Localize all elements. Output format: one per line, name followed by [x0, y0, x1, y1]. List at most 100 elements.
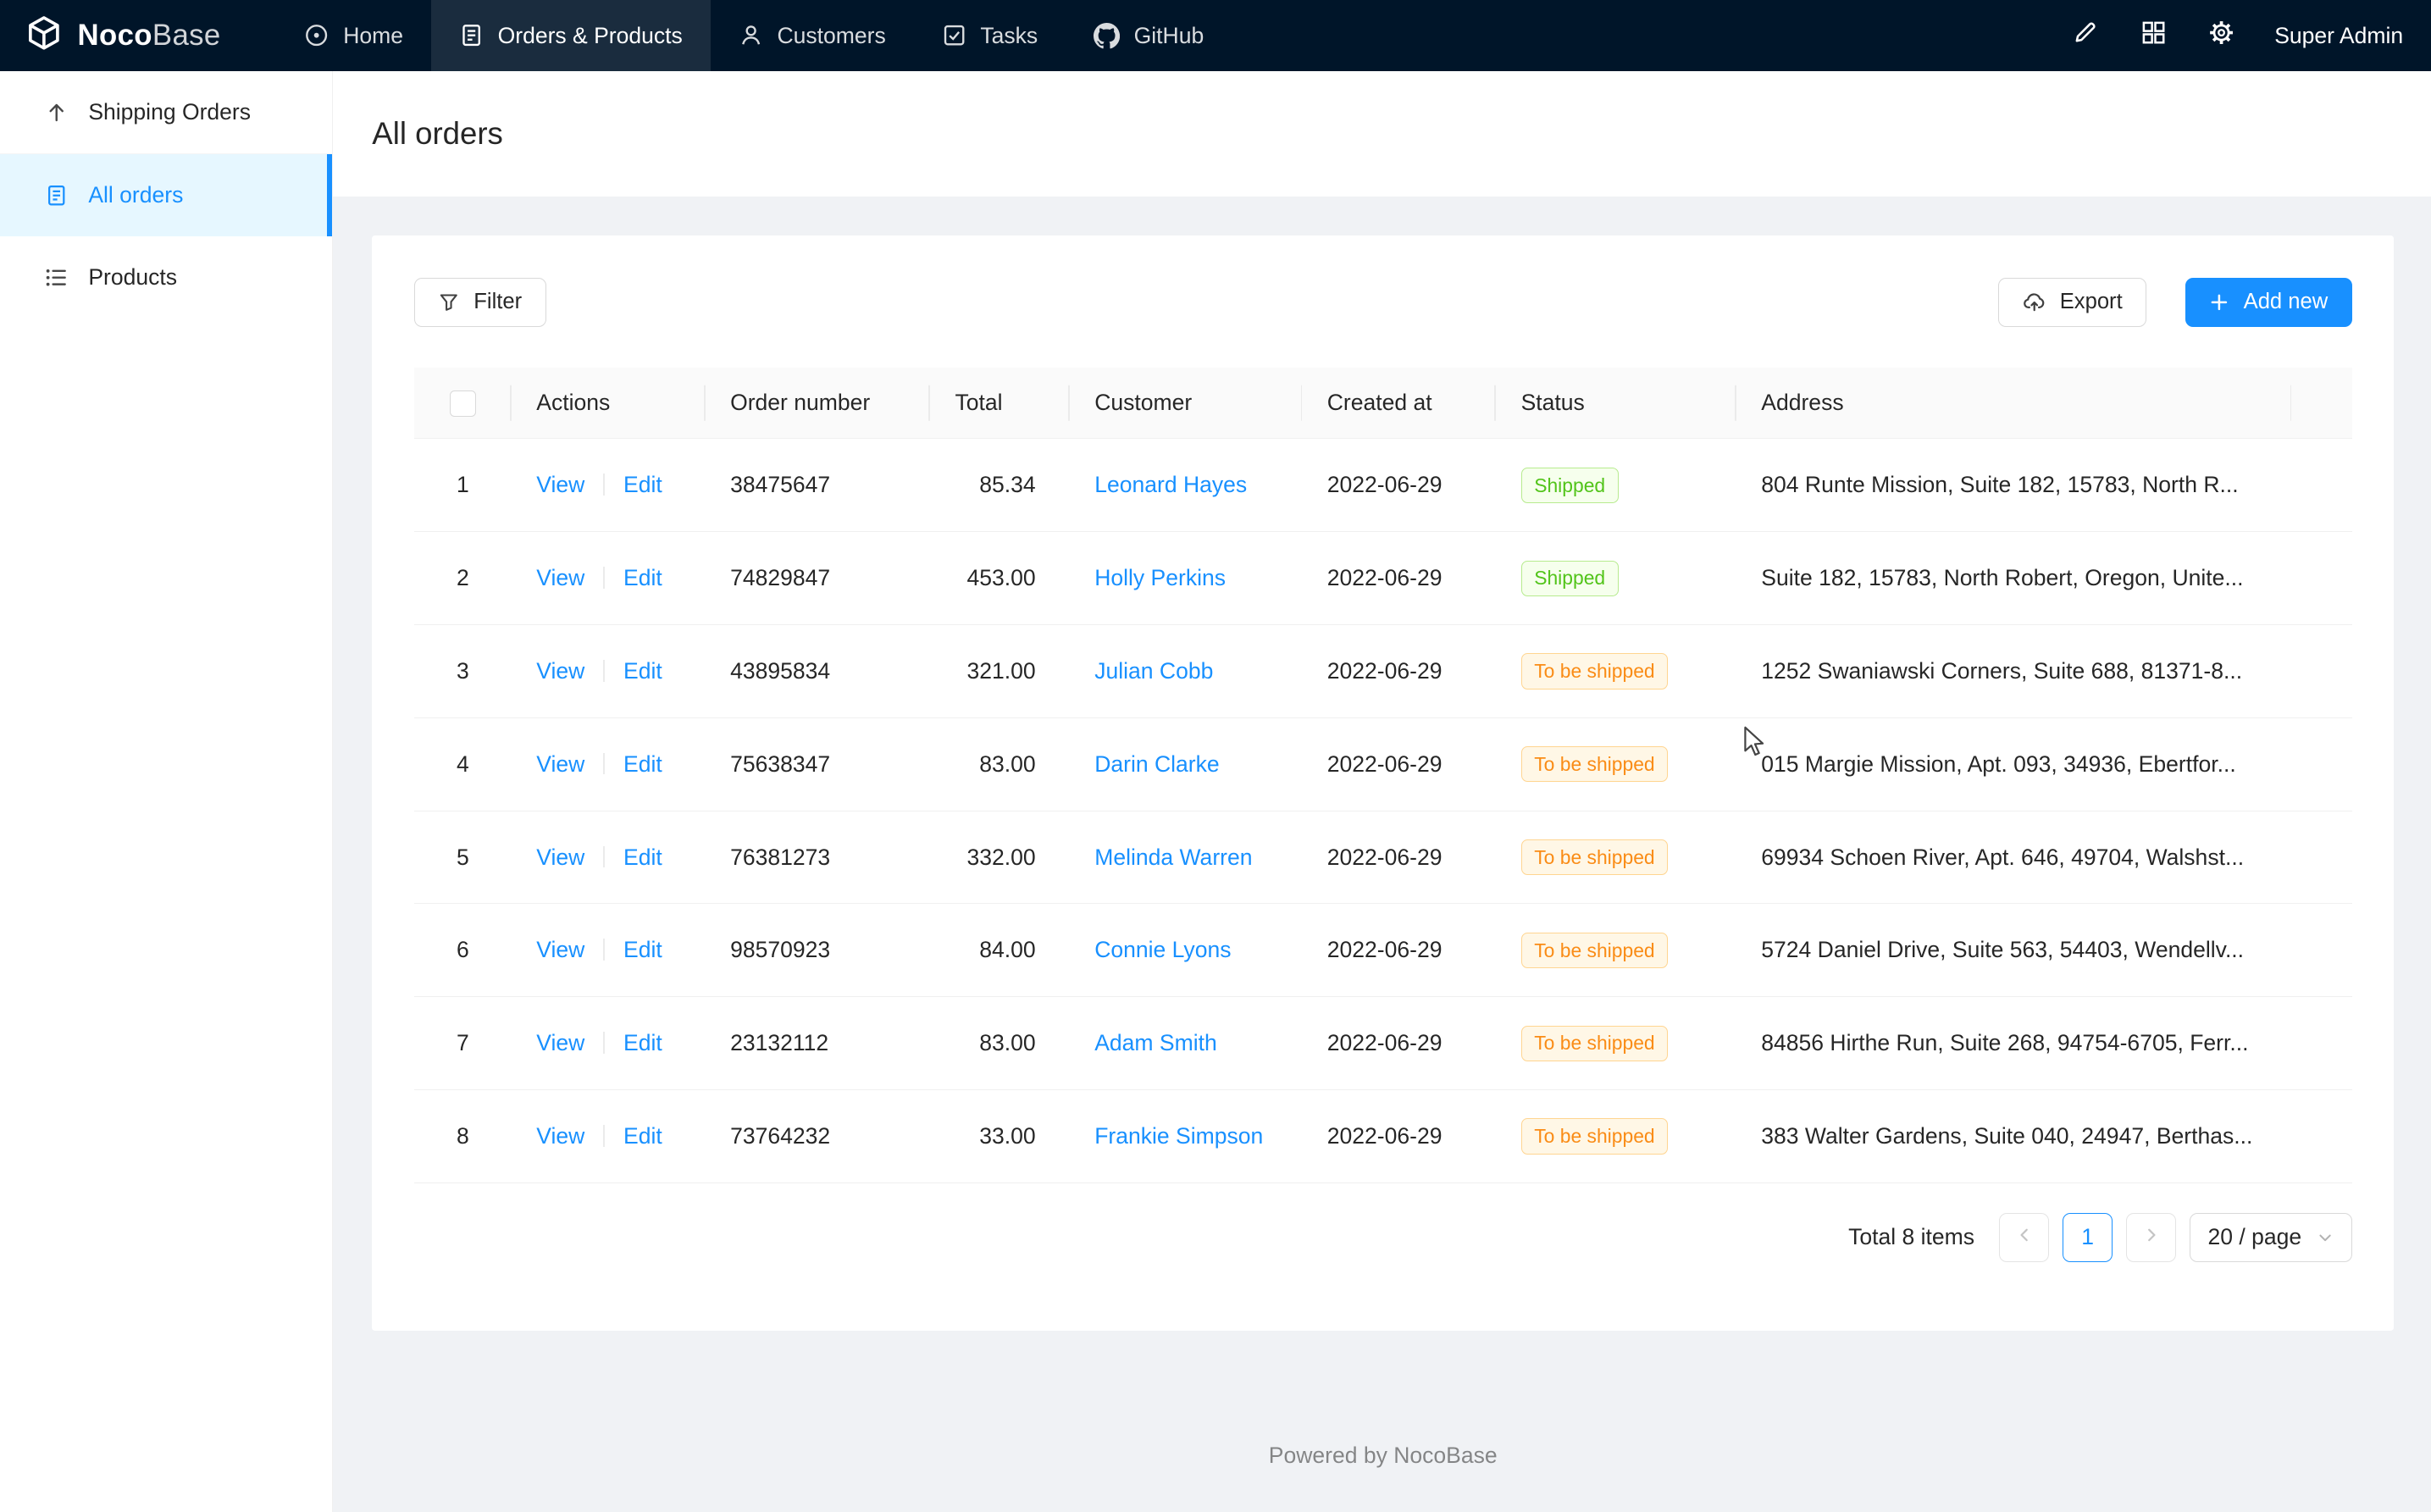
nav-item-tasks[interactable]: Tasks: [914, 0, 1066, 71]
current-user-menu[interactable]: Super Admin: [2274, 23, 2403, 49]
address-cell: 84856 Hirthe Run, Suite 268, 94754-6705,…: [1736, 997, 2291, 1090]
settings-button[interactable]: [2190, 0, 2252, 71]
nav-item-customers[interactable]: Customers: [711, 0, 914, 71]
table-toolbar: Filter Export: [414, 278, 2352, 328]
status-badge: To be shipped: [1521, 1118, 1669, 1154]
table-header-row: Actions Order number Total Customer Crea…: [414, 368, 2352, 439]
customer-link[interactable]: Frankie Simpson: [1094, 1123, 1263, 1149]
status-badge: Shipped: [1521, 468, 1619, 503]
order-number-cell: 76381273: [706, 811, 930, 904]
pagination-next-button[interactable]: [2126, 1213, 2176, 1263]
created-at-cell: 2022-06-29: [1302, 625, 1496, 718]
view-link[interactable]: View: [536, 565, 584, 590]
customers-icon: [739, 23, 763, 47]
customer-link[interactable]: Connie Lyons: [1094, 937, 1231, 962]
customer-link[interactable]: Darin Clarke: [1094, 751, 1219, 777]
nocobase-logo[interactable]: NocoBase: [0, 0, 255, 71]
customer-link[interactable]: Julian Cobb: [1094, 658, 1213, 684]
export-button-label: Export: [2060, 290, 2123, 314]
row-index[interactable]: 7: [414, 997, 512, 1090]
sidebar-item-products[interactable]: Products: [0, 236, 332, 318]
action-divider: [603, 1125, 605, 1147]
nav-item-github[interactable]: GitHub: [1066, 0, 1232, 71]
page-title: All orders: [372, 116, 503, 152]
created-at-cell: 2022-06-29: [1302, 717, 1496, 811]
edit-link[interactable]: Edit: [623, 937, 662, 962]
pagination-prev-button[interactable]: [1999, 1213, 2049, 1263]
pagination: Total 8 items 1 20 / page: [414, 1213, 2352, 1263]
chevron-right-icon: [2142, 1225, 2161, 1249]
total-cell: 84.00: [930, 904, 1070, 997]
view-link[interactable]: View: [536, 658, 584, 684]
github-icon: [1094, 23, 1120, 49]
pagination-page-1[interactable]: 1: [2063, 1213, 2113, 1263]
filter-button-label: Filter: [473, 290, 522, 314]
orders-table-card: Filter Export: [372, 235, 2394, 1331]
sidebar-item-label: Shipping Orders: [88, 99, 251, 125]
nav-item-home[interactable]: Home: [277, 0, 431, 71]
customer-link[interactable]: Melinda Warren: [1094, 845, 1252, 870]
table-row: 6 ViewEdit 98570923 84.00 Connie Lyons 2…: [414, 904, 2352, 997]
view-link[interactable]: View: [536, 937, 584, 962]
select-all-checkbox[interactable]: [450, 390, 476, 417]
row-index[interactable]: 2: [414, 532, 512, 625]
edit-link[interactable]: Edit: [623, 1030, 662, 1055]
sidebar-item-all-orders[interactable]: All orders: [0, 154, 332, 236]
edit-link[interactable]: Edit: [623, 658, 662, 684]
ui-editor-button[interactable]: [2054, 0, 2116, 71]
chevron-down-icon: [2317, 1229, 2334, 1246]
cloud-upload-icon: [2023, 291, 2046, 313]
view-link[interactable]: View: [536, 845, 584, 870]
row-index[interactable]: 6: [414, 904, 512, 997]
nav-item-orders-products[interactable]: Orders & Products: [431, 0, 711, 71]
row-index[interactable]: 4: [414, 717, 512, 811]
logo-cube-icon: [25, 14, 64, 58]
column-header-address: Address: [1736, 368, 2291, 439]
edit-link[interactable]: Edit: [623, 751, 662, 777]
status-badge: Shipped: [1521, 561, 1619, 596]
plugins-button[interactable]: [2123, 0, 2185, 71]
customer-link[interactable]: Holly Perkins: [1094, 565, 1226, 590]
nav-item-label: Orders & Products: [498, 23, 683, 49]
view-link[interactable]: View: [536, 472, 584, 497]
row-index[interactable]: 5: [414, 811, 512, 904]
action-divider: [603, 753, 605, 775]
table-row: 2 ViewEdit 74829847 453.00 Holly Perkins…: [414, 532, 2352, 625]
top-navbar: NocoBase Home Orders & Products: [0, 0, 2431, 71]
view-link[interactable]: View: [536, 1030, 584, 1055]
column-header-status: Status: [1496, 368, 1736, 439]
total-cell: 332.00: [930, 811, 1070, 904]
page-size-select[interactable]: 20 / page: [2190, 1213, 2351, 1263]
customer-link[interactable]: Leonard Hayes: [1094, 472, 1247, 497]
column-header-created-at: Created at: [1302, 368, 1496, 439]
table-row: 7 ViewEdit 23132112 83.00 Adam Smith 202…: [414, 997, 2352, 1090]
sidebar: Shipping Orders All orders Products: [0, 71, 333, 1511]
column-header-order-number: Order number: [706, 368, 930, 439]
edit-link[interactable]: Edit: [623, 472, 662, 497]
view-link[interactable]: View: [536, 1123, 584, 1149]
view-link[interactable]: View: [536, 751, 584, 777]
header-spacer: [2291, 368, 2351, 439]
sidebar-item-shipping-orders[interactable]: Shipping Orders: [0, 71, 332, 154]
sidebar-item-label: All orders: [88, 182, 183, 208]
action-divider: [603, 1032, 605, 1054]
edit-link[interactable]: Edit: [623, 845, 662, 870]
created-at-cell: 2022-06-29: [1302, 439, 1496, 532]
row-index[interactable]: 8: [414, 1090, 512, 1183]
filter-button[interactable]: Filter: [414, 278, 546, 328]
address-cell: 383 Walter Gardens, Suite 040, 24947, Be…: [1736, 1090, 2291, 1183]
row-index[interactable]: 3: [414, 625, 512, 718]
orders-table: Actions Order number Total Customer Crea…: [414, 368, 2352, 1183]
edit-link[interactable]: Edit: [623, 565, 662, 590]
edit-link[interactable]: Edit: [623, 1123, 662, 1149]
table-row: 1 ViewEdit 38475647 85.34 Leonard Hayes …: [414, 439, 2352, 532]
sidebar-item-label: Products: [88, 264, 177, 291]
customer-link[interactable]: Adam Smith: [1094, 1030, 1217, 1055]
status-badge: To be shipped: [1521, 933, 1669, 968]
address-cell: 015 Margie Mission, Apt. 093, 34936, Ebe…: [1736, 717, 2291, 811]
address-cell: 5724 Daniel Drive, Suite 563, 54403, Wen…: [1736, 904, 2291, 997]
total-cell: 83.00: [930, 997, 1070, 1090]
row-index[interactable]: 1: [414, 439, 512, 532]
export-button[interactable]: Export: [1998, 278, 2146, 328]
add-new-button[interactable]: Add new: [2185, 278, 2352, 328]
